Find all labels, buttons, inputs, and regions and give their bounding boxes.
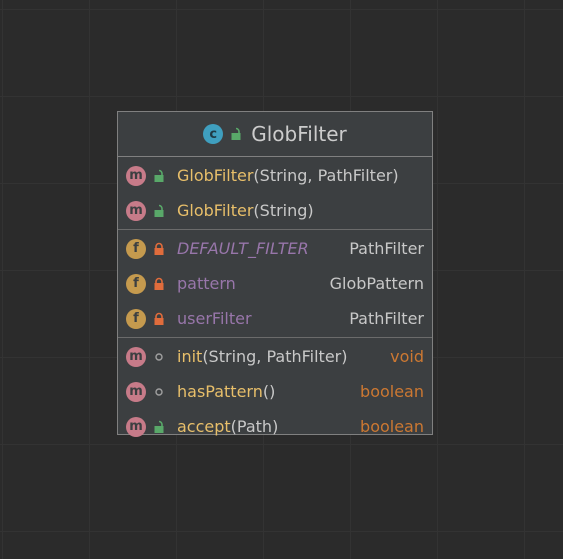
member-params: (String, PathFilter): [253, 166, 399, 185]
member-name: hasPattern: [177, 382, 263, 401]
method-icon: m: [126, 416, 146, 437]
field-icon: f: [126, 238, 146, 259]
method-icon: m: [126, 165, 146, 186]
private-lock-icon: [152, 276, 166, 292]
uml-class-box[interactable]: c GlobFilter m GlobFilter (String, PathFi…: [117, 111, 433, 437]
field-icon: f: [126, 308, 146, 329]
member-params: (String): [253, 201, 314, 220]
method-row[interactable]: m hasPattern() boolean: [118, 374, 432, 409]
member-name: GlobFilter: [177, 166, 254, 185]
public-lock-icon: [152, 203, 166, 219]
member-type: GlobPattern: [329, 274, 424, 293]
member-name: accept: [177, 417, 231, 436]
method-icon: m: [126, 200, 146, 221]
public-lock-icon: [152, 419, 166, 435]
field-row[interactable]: f userFilter PathFilter: [118, 301, 432, 336]
member-type: void: [390, 347, 424, 366]
methods-section: m init (String, PathFilter) void m hasPat…: [118, 338, 432, 445]
member-type: PathFilter: [349, 239, 424, 258]
method-row[interactable]: m init (String, PathFilter) void: [118, 339, 432, 374]
constructor-row[interactable]: m GlobFilter (String, PathFilter): [118, 158, 432, 193]
member-type: boolean: [360, 382, 424, 401]
method-icon: m: [126, 381, 146, 402]
member-name: GlobFilter: [177, 201, 254, 220]
private-lock-icon: [152, 241, 166, 257]
class-header: c GlobFilter: [118, 112, 432, 157]
class-name: GlobFilter: [251, 122, 347, 146]
public-lock-icon: [152, 168, 166, 184]
constructors-section: m GlobFilter (String, PathFilter) m GlobF…: [118, 157, 432, 230]
member-name: userFilter: [177, 309, 252, 328]
member-params: (String, PathFilter): [202, 347, 348, 366]
member-name: DEFAULT_FILTER: [177, 239, 309, 258]
field-row[interactable]: f pattern GlobPattern: [118, 266, 432, 301]
member-type: PathFilter: [349, 309, 424, 328]
field-row[interactable]: f DEFAULT_FILTER PathFilter: [118, 231, 432, 266]
method-row[interactable]: m accept (Path) boolean: [118, 409, 432, 444]
package-visibility-icon: [152, 349, 166, 365]
method-icon: m: [126, 346, 146, 367]
class-icon: c: [203, 124, 224, 144]
public-lock-icon: [229, 126, 243, 142]
field-icon: f: [126, 273, 146, 294]
member-params: (Path): [230, 417, 279, 436]
constructor-row[interactable]: m GlobFilter (String): [118, 193, 432, 228]
private-lock-icon: [152, 311, 166, 327]
member-name: init: [177, 347, 203, 366]
member-type: boolean: [360, 417, 424, 436]
fields-section: f DEFAULT_FILTER PathFilter f pattern Gl…: [118, 230, 432, 338]
member-name: pattern: [177, 274, 236, 293]
package-visibility-icon: [152, 384, 166, 400]
member-params: (): [262, 382, 276, 401]
